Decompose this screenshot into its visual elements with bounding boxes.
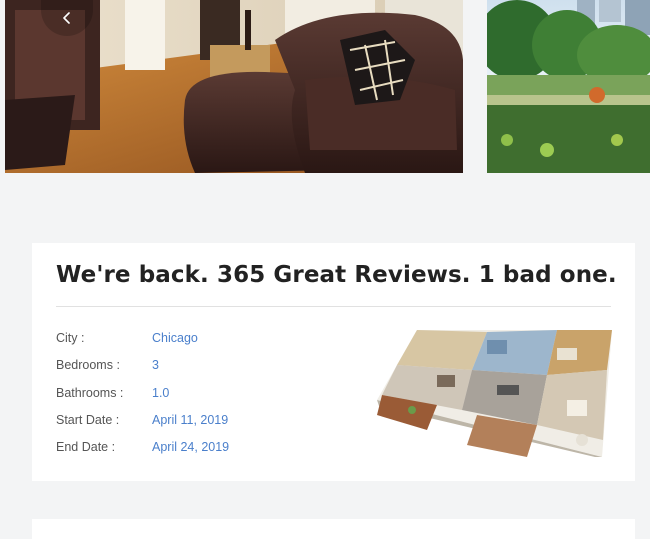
bathrooms-value[interactable]: 1.0 <box>152 383 169 403</box>
listing-card: We're back. 365 Great Reviews. 1 bad one… <box>32 243 635 481</box>
listing-title: We're back. 365 Great Reviews. 1 bad one… <box>56 262 617 288</box>
detail-row-city: City : Chicago <box>56 328 356 355</box>
city-value[interactable]: Chicago <box>152 328 198 348</box>
detail-row-bedrooms: Bedrooms : 3 <box>56 355 356 382</box>
detail-label: Bedrooms : <box>56 358 120 373</box>
end-date-value[interactable]: April 24, 2019 <box>152 437 229 457</box>
detail-label: Start Date : <box>56 412 120 427</box>
bedrooms-value[interactable]: 3 <box>152 355 159 375</box>
detail-row-start-date: Start Date : April 11, 2019 <box>56 410 356 437</box>
title-divider <box>56 306 611 307</box>
photo-gallery <box>0 0 650 173</box>
detail-label: Bathrooms : <box>56 385 124 400</box>
detail-row-end-date: End Date : April 24, 2019 <box>56 437 356 464</box>
start-date-value[interactable]: April 11, 2019 <box>152 410 228 430</box>
chevron-left-icon <box>63 12 70 24</box>
detail-row-bathrooms: Bathrooms : 1.0 <box>56 383 356 410</box>
detail-label: City : <box>56 331 85 345</box>
listing-details: City : Chicago Bedrooms : 3 Bathrooms : … <box>56 328 356 464</box>
next-section-card <box>32 519 635 539</box>
floorplan-image <box>377 330 612 457</box>
detail-label: End Date : <box>56 440 116 455</box>
park-photo[interactable] <box>487 0 650 173</box>
